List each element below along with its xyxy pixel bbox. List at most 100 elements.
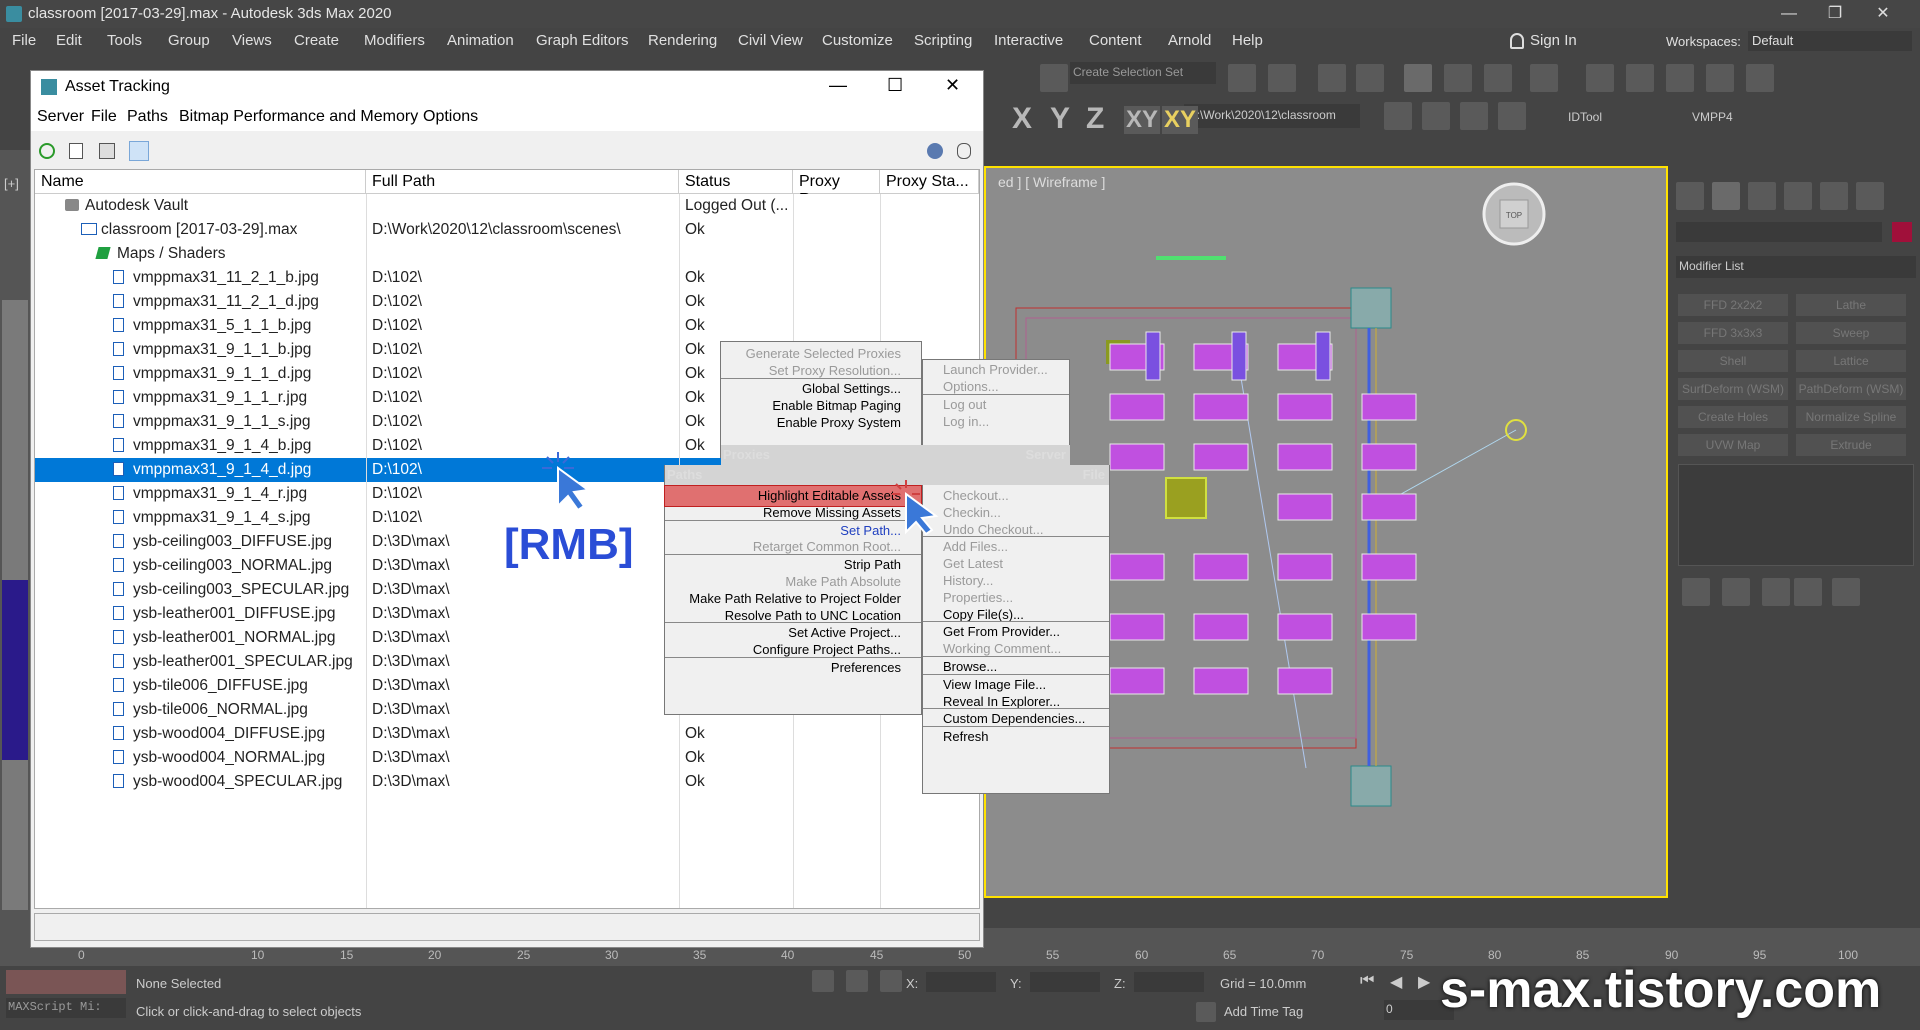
z-coordinate-field[interactable]	[1134, 972, 1204, 992]
make-unique-icon[interactable]	[1762, 578, 1790, 606]
menu-file[interactable]: File	[12, 32, 36, 49]
provider-icon[interactable]	[927, 143, 943, 159]
table-row[interactable]: Maps / Shaders	[35, 242, 979, 266]
play-icon[interactable]: ▶	[1418, 972, 1430, 992]
y-coordinate-field[interactable]	[1030, 972, 1100, 992]
menu-interactive[interactable]: Interactive	[994, 32, 1063, 49]
dialog-menu-file[interactable]: File	[91, 108, 117, 126]
import-project-icon[interactable]	[1460, 102, 1488, 130]
idtool-button[interactable]: IDTool	[1568, 110, 1602, 124]
isolate-selection-icon[interactable]	[812, 970, 834, 992]
layer-explorer-icon[interactable]	[1356, 64, 1384, 92]
modifier-button[interactable]: PathDeform (WSM)	[1796, 378, 1906, 400]
modifier-button[interactable]: Lathe	[1796, 294, 1906, 316]
modifier-list-dropdown[interactable]: Modifier List	[1676, 256, 1916, 278]
named-selection-icon[interactable]	[1040, 64, 1068, 92]
menu-animation[interactable]: Animation	[447, 32, 514, 49]
mirror-icon[interactable]	[1228, 64, 1256, 92]
table-row[interactable]: ysb-wood004_NORMAL.jpg D:\3D\max\ Ok	[35, 746, 979, 770]
rendered-frame-window-icon[interactable]	[1626, 64, 1654, 92]
thumbnail-view-icon[interactable]	[99, 143, 115, 159]
time-tag-icon[interactable]	[1196, 1002, 1216, 1022]
selection-set-dropdown[interactable]: Create Selection Set	[1070, 62, 1216, 84]
menu-customize[interactable]: Customize	[822, 32, 893, 49]
menu-edit[interactable]: Edit	[56, 32, 82, 49]
render-iterative-icon[interactable]	[1706, 64, 1734, 92]
save-project-icon[interactable]	[1422, 102, 1450, 130]
modifier-button[interactable]: Shell	[1678, 350, 1788, 372]
menu-item[interactable]: Enable Proxy System	[721, 413, 921, 433]
dialog-maximize-button[interactable]: ☐	[887, 75, 903, 96]
menu-rendering[interactable]: Rendering	[648, 32, 717, 49]
column-status[interactable]: Status	[679, 170, 793, 194]
menu-scripting[interactable]: Scripting	[914, 32, 972, 49]
modifier-button[interactable]: Create Holes	[1678, 406, 1788, 428]
menu-arnold[interactable]: Arnold	[1168, 32, 1211, 49]
go-to-start-icon[interactable]: ⏮	[1360, 972, 1374, 990]
project-path-dropdown[interactable]: D:\Work\2020\12\classroom	[1184, 104, 1360, 128]
render-production-icon[interactable]	[1666, 64, 1694, 92]
modifier-button[interactable]: UVW Map	[1678, 434, 1788, 456]
object-color-swatch[interactable]	[1892, 222, 1912, 242]
menu-item[interactable]: Refresh	[923, 727, 1109, 747]
table-row[interactable]: vmppmax31_11_2_1_b.jpg D:\102\ Ok	[35, 266, 979, 290]
display-tab-icon[interactable]	[1820, 182, 1848, 210]
axis-y-button[interactable]: Y	[1050, 102, 1070, 136]
schematic-view-icon[interactable]	[1484, 64, 1512, 92]
menu-help[interactable]: Help	[1232, 32, 1263, 49]
menu-tools[interactable]: Tools	[107, 32, 142, 49]
menu-group[interactable]: Group	[168, 32, 210, 49]
table-row[interactable]: vmppmax31_11_2_1_d.jpg D:\102\ Ok	[35, 290, 979, 314]
modifier-button[interactable]: Extrude	[1796, 434, 1906, 456]
project-folder-icon[interactable]	[1384, 102, 1412, 130]
selection-lock-icon[interactable]	[846, 970, 868, 992]
motion-tab-icon[interactable]	[1784, 182, 1812, 210]
table-view-icon[interactable]	[129, 141, 149, 161]
help-icon[interactable]	[957, 143, 971, 159]
dialog-close-button[interactable]: ✕	[945, 75, 960, 96]
restore-button[interactable]: ❐	[1812, 0, 1858, 28]
list-view-icon[interactable]	[69, 143, 83, 159]
vmpp4-button[interactable]: VMPP4	[1692, 110, 1733, 124]
column-full-path[interactable]: Full Path	[366, 170, 679, 194]
maxscript-listener[interactable]	[6, 970, 126, 994]
close-button[interactable]: ✕	[1860, 0, 1906, 28]
sign-in-button[interactable]: Sign In	[1530, 32, 1577, 49]
viewport-menu-label[interactable]: [+]	[4, 176, 19, 191]
viewcube-top-face[interactable]: TOP	[1506, 211, 1522, 220]
hierarchy-tab-icon[interactable]	[1748, 182, 1776, 210]
menu-content[interactable]: Content	[1089, 32, 1142, 49]
axis-x-button[interactable]: X	[1012, 102, 1032, 136]
render-grid-icon[interactable]	[1746, 64, 1774, 92]
show-end-result-icon[interactable]	[1722, 578, 1750, 606]
absolute-transform-icon[interactable]	[880, 970, 902, 992]
axis-xy-button[interactable]: XY	[1124, 106, 1161, 134]
menu-civil-view[interactable]: Civil View	[738, 32, 803, 49]
menu-views[interactable]: Views	[232, 32, 272, 49]
export-project-icon[interactable]	[1498, 102, 1526, 130]
maxscript-mini-listener[interactable]: MAXScript Mi:	[6, 998, 126, 1018]
modifier-button[interactable]: FFD 2x2x2	[1678, 294, 1788, 316]
object-name-field[interactable]	[1676, 222, 1882, 242]
remove-modifier-icon[interactable]	[1794, 578, 1822, 606]
table-row[interactable]: vmppmax31_5_1_1_b.jpg D:\102\ Ok	[35, 314, 979, 338]
utilities-tab-icon[interactable]	[1856, 182, 1884, 210]
dialog-menu-options[interactable]: Options	[423, 108, 478, 126]
table-row[interactable]: ysb-wood004_DIFFUSE.jpg D:\3D\max\ Ok	[35, 722, 979, 746]
modifier-button[interactable]: Sweep	[1796, 322, 1906, 344]
toggle-ribbon-icon[interactable]	[1404, 64, 1432, 92]
modifier-button[interactable]: SurfDeform (WSM)	[1678, 378, 1788, 400]
dialog-menu-bitmap-performance[interactable]: Bitmap Performance and Memory	[179, 108, 418, 126]
render-setup-icon[interactable]	[1586, 64, 1614, 92]
pin-stack-icon[interactable]	[1682, 578, 1710, 606]
minimize-button[interactable]: —	[1766, 0, 1812, 28]
axis-z-button[interactable]: Z	[1086, 102, 1104, 136]
dialog-menu-server[interactable]: Server	[37, 108, 84, 126]
modify-tab-icon[interactable]	[1712, 182, 1740, 210]
column-proxy-status[interactable]: Proxy Sta...	[880, 170, 979, 194]
column-name[interactable]: Name	[35, 170, 366, 194]
table-row[interactable]: Autodesk Vault Logged Out (...	[35, 194, 979, 218]
column-proxy-resolution[interactable]: Proxy Res...	[793, 170, 880, 208]
modifier-button[interactable]: Lattice	[1796, 350, 1906, 372]
menu-item[interactable]: Preferences	[665, 658, 921, 678]
